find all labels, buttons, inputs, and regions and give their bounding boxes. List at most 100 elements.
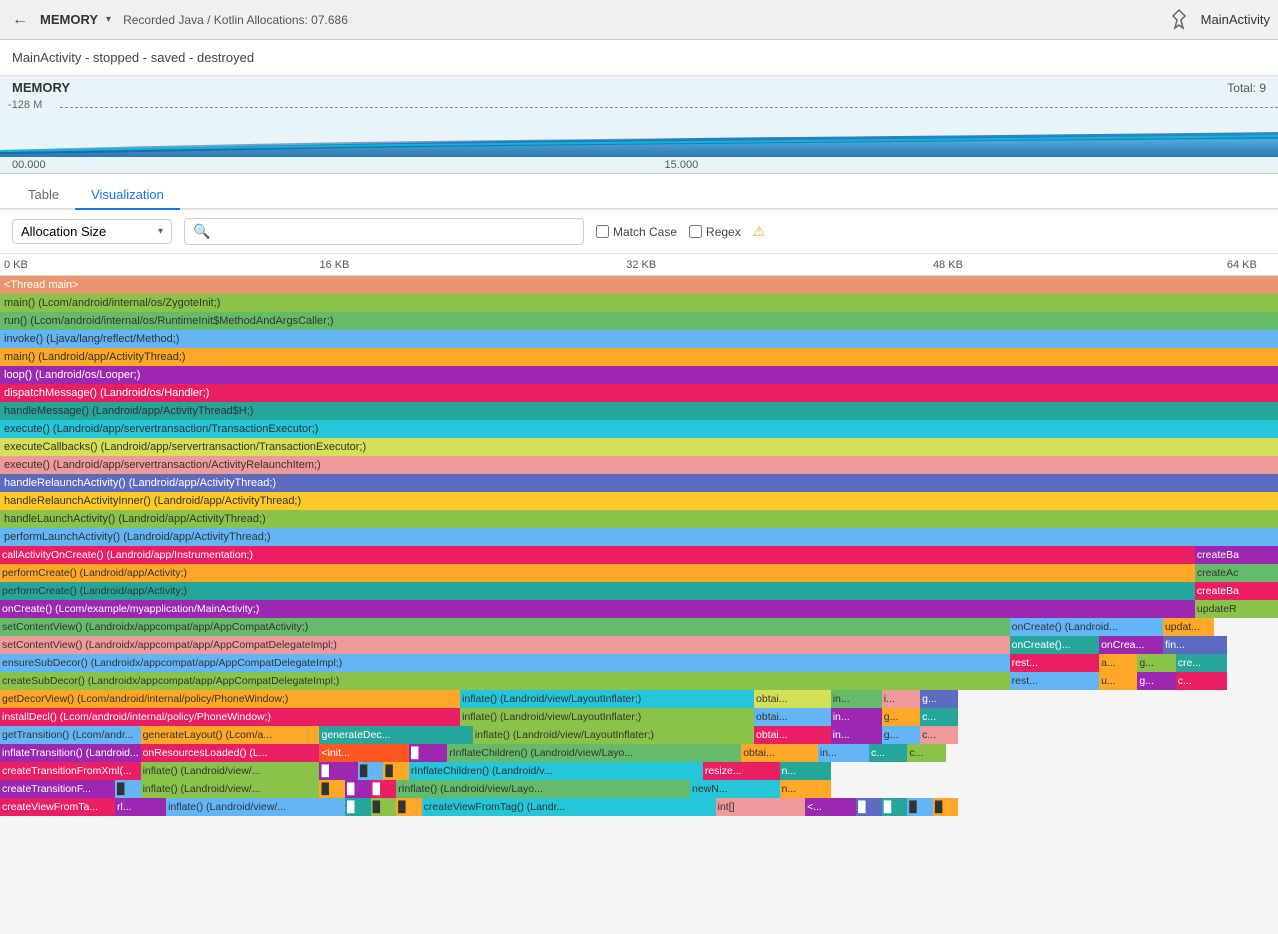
- flame-cell-createviewfromta[interactable]: createViewFromTa...: [0, 798, 115, 816]
- flame-cell-inflate3[interactable]: inflate() (Landroid/view/LayoutInflater;…: [473, 726, 754, 744]
- flame-cell-performcreate2[interactable]: performCreate() (Landroid/app/Activity;): [0, 582, 1195, 600]
- flame-cell-u2[interactable]: u...: [1099, 672, 1137, 690]
- flame-cell-createba2[interactable]: createBa: [1195, 582, 1278, 600]
- flame-cell-setcontentview1[interactable]: setContentView() (Landroidx/appcompat/ap…: [0, 618, 1010, 636]
- flame-cell-bar2[interactable]: █: [358, 762, 384, 780]
- match-case-checkbox-label[interactable]: Match Case: [596, 225, 677, 239]
- flame-cell-oncreate-right2[interactable]: onCreate()...: [1010, 636, 1099, 654]
- flame-row-executecallbacks[interactable]: executeCallbacks() (Landroid/app/servert…: [0, 438, 1278, 456]
- flame-cell-init[interactable]: <init...: [319, 744, 408, 762]
- flame-cell-i1[interactable]: i...: [882, 690, 920, 708]
- flame-row-runtimeinit[interactable]: run() (Lcom/android/internal/os/RuntimeI…: [0, 312, 1278, 330]
- regex-checkbox-label[interactable]: Regex: [689, 225, 741, 239]
- flame-cell-intarr[interactable]: int[]: [716, 798, 805, 816]
- flame-cell-cre1[interactable]: cre...: [1176, 654, 1227, 672]
- flame-cell-in4[interactable]: in...: [818, 744, 869, 762]
- flame-cell-cre2[interactable]: c...: [1176, 672, 1227, 690]
- flame-cell-in2[interactable]: in...: [831, 708, 882, 726]
- flame-cell-updater[interactable]: updateR: [1195, 600, 1278, 618]
- flame-row-performlaunch[interactable]: performLaunchActivity() (Landroid/app/Ac…: [0, 528, 1278, 546]
- flame-cell-resize[interactable]: resize...: [703, 762, 780, 780]
- flame-cell-inflate6[interactable]: inflate() (Landroid/view/...: [166, 798, 345, 816]
- flame-cell-gettransition[interactable]: getTransition() (Lcom/andr...: [0, 726, 141, 744]
- tab-visualization[interactable]: Visualization: [75, 181, 180, 210]
- flame-cell-inflate2[interactable]: inflate() (Landroid/view/LayoutInflater;…: [460, 708, 754, 726]
- pin-button[interactable]: [1165, 6, 1193, 34]
- flame-cell-obtai1[interactable]: obtai...: [754, 690, 831, 708]
- flame-cell-obtai4[interactable]: obtai...: [741, 744, 818, 762]
- flame-cell-oncreate[interactable]: onCreate() (Lcom/example/myapplication/M…: [0, 600, 1195, 618]
- flame-cell-createsubdecor[interactable]: createSubDecor() (Landroidx/appcompat/ap…: [0, 672, 1010, 690]
- flame-row-handlemessage[interactable]: handleMessage() (Landroid/app/ActivityTh…: [0, 402, 1278, 420]
- flame-cell-inflate4[interactable]: inflate() (Landroid/view/...: [141, 762, 320, 780]
- flame-row-zygoteinit[interactable]: main() (Lcom/android/internal/os/ZygoteI…: [0, 294, 1278, 312]
- flame-cell-obtai3[interactable]: obtai...: [754, 726, 831, 744]
- flame-cell-setcontentview2[interactable]: setContentView() (Landroidx/appcompat/ap…: [0, 636, 1010, 654]
- flame-cell-smallblue2[interactable]: █: [907, 798, 933, 816]
- flame-row-execute-relaunch[interactable]: execute() (Landroid/app/servertransactio…: [0, 456, 1278, 474]
- flame-cell-generatedec[interactable]: generateDec...: [319, 726, 472, 744]
- flame-cell-g2[interactable]: g...: [1137, 672, 1175, 690]
- flame-row-dispatch[interactable]: dispatchMessage() (Landroid/os/Handler;): [0, 384, 1278, 402]
- match-case-checkbox[interactable]: [596, 225, 609, 238]
- flame-cell-oncrea2[interactable]: onCrea...: [1099, 636, 1163, 654]
- flame-row-activitythread-main[interactable]: main() (Landroid/app/ActivityThread;): [0, 348, 1278, 366]
- flame-cell-rinflate3[interactable]: rInflate() (Landroid/view/Layo...: [396, 780, 690, 798]
- flame-cell-a1[interactable]: a...: [1099, 654, 1137, 672]
- flame-cell-generatelayout[interactable]: generateLayout() (Lcom/a...: [141, 726, 320, 744]
- flame-cell-smallpurple[interactable]: █: [856, 798, 882, 816]
- flame-cell-g1[interactable]: g...: [1137, 654, 1175, 672]
- flame-cell-init-small[interactable]: █: [409, 744, 447, 762]
- flame-cell-bar8[interactable]: █: [371, 798, 397, 816]
- flame-cell-onresourcesloaded[interactable]: onResourcesLoaded() (L...: [141, 744, 320, 762]
- flame-cell-callactivity[interactable]: callActivityOnCreate() (Landroid/app/Ins…: [0, 546, 1195, 564]
- flame-cell-bar4[interactable]: █: [319, 780, 345, 798]
- flame-cell-bar6[interactable]: █: [371, 780, 397, 798]
- flame-cell-bar1[interactable]: █: [319, 762, 357, 780]
- flame-cell-g5[interactable]: g...: [882, 726, 920, 744]
- flame-row-execute1[interactable]: execute() (Landroid/app/servertransactio…: [0, 420, 1278, 438]
- flame-row-handlerelaunch[interactable]: handleRelaunchActivity() (Landroid/app/A…: [0, 474, 1278, 492]
- flame-cell-smallteal[interactable]: █: [882, 798, 908, 816]
- flame-cell-c1[interactable]: c...: [920, 708, 958, 726]
- flame-cell-updat2[interactable]: updat...: [1163, 618, 1214, 636]
- flame-cell-createtransitionf[interactable]: createTransitionF...: [0, 780, 115, 798]
- flame-cell-rest2[interactable]: rest...: [1010, 672, 1099, 690]
- flame-cell-bar9[interactable]: █: [396, 798, 422, 816]
- flame-cell-n1[interactable]: n...: [780, 762, 831, 780]
- flame-row-looper[interactable]: loop() (Landroid/os/Looper;): [0, 366, 1278, 384]
- flame-cell-oncreate-right1[interactable]: onCreate() (Landroid...: [1010, 618, 1163, 636]
- flame-cell-bar7[interactable]: █: [345, 798, 371, 816]
- allocation-size-dropdown[interactable]: Allocation Size ▾: [12, 219, 172, 244]
- flame-cell-bar3[interactable]: █: [383, 762, 409, 780]
- flame-cell-inflate5[interactable]: inflate() (Landroid/view/...: [141, 780, 320, 798]
- flame-cell-smallblue[interactable]: █: [115, 780, 141, 798]
- flame-cell-rest1[interactable]: rest...: [1010, 654, 1099, 672]
- flame-cell-createviewfromtag[interactable]: createViewFromTag() (Landr...: [422, 798, 716, 816]
- flame-cell-c2[interactable]: c...: [920, 726, 958, 744]
- flame-cell-in1[interactable]: in...: [831, 690, 882, 708]
- flame-cell-performcreate1[interactable]: performCreate() (Landroid/app/Activity;): [0, 564, 1195, 582]
- flame-cell-inflate1[interactable]: inflate() (Landroid/view/LayoutInflater;…: [460, 690, 754, 708]
- search-input[interactable]: [216, 224, 575, 239]
- flame-cell-newn[interactable]: newN...: [690, 780, 779, 798]
- flame-cell-g4[interactable]: g...: [882, 708, 920, 726]
- flame-cell-rl[interactable]: rl...: [115, 798, 166, 816]
- flame-cell-createac[interactable]: createAc: [1195, 564, 1278, 582]
- flame-row-thread-main[interactable]: <Thread main>: [0, 276, 1278, 294]
- flame-cell-createtransitionfromxml[interactable]: createTransitionFromXml(...: [0, 762, 141, 780]
- flame-cell-smallorange[interactable]: █: [933, 798, 959, 816]
- tab-table[interactable]: Table: [12, 181, 75, 210]
- flame-cell-ltmore[interactable]: <...: [805, 798, 856, 816]
- flame-row-method-invoke[interactable]: invoke() (Ljava/lang/reflect/Method;): [0, 330, 1278, 348]
- flame-cell-rinflatechildren2[interactable]: rInflateChildren() (Landroid/v...: [409, 762, 703, 780]
- toolbar-dropdown-arrow[interactable]: ▾: [106, 14, 111, 25]
- flame-cell-g3[interactable]: g...: [920, 690, 958, 708]
- flame-cell-fin[interactable]: fin...: [1163, 636, 1227, 654]
- flame-cell-installdecl[interactable]: installDecl() (Lcom/android/internal/pol…: [0, 708, 460, 726]
- flame-cell-ensuresubdecor[interactable]: ensureSubDecor() (Landroidx/appcompat/ap…: [0, 654, 1010, 672]
- flame-row-handlelaunch[interactable]: handleLaunchActivity() (Landroid/app/Act…: [0, 510, 1278, 528]
- flame-cell-rinflatechildren1[interactable]: rInflateChildren() (Landroid/view/Layo..…: [447, 744, 741, 762]
- flame-cell-bar5[interactable]: █: [345, 780, 371, 798]
- flame-cell-obtai2[interactable]: obtai...: [754, 708, 831, 726]
